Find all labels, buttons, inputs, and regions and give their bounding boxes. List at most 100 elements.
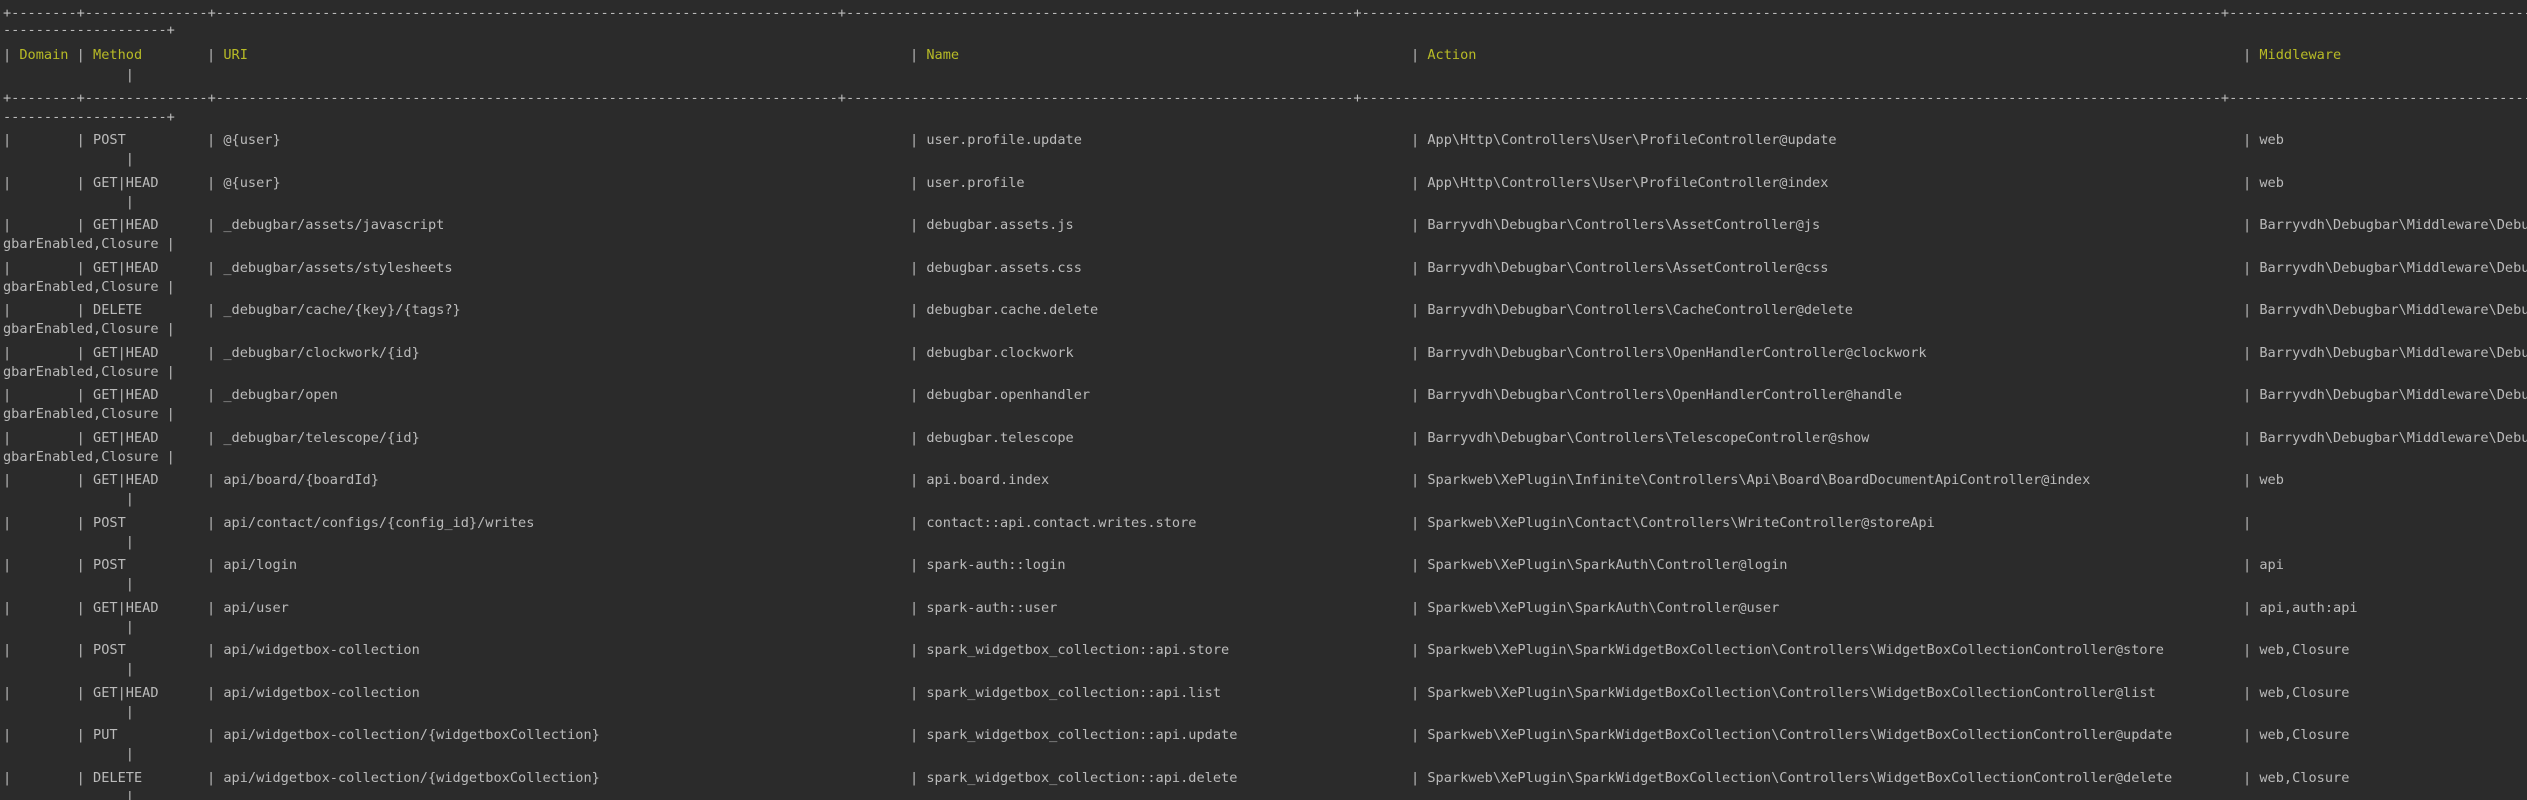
route-method: POST — [93, 515, 126, 531]
route-action: Sparkweb\XePlugin\SparkAuth\Controller@u… — [1427, 600, 1780, 616]
cell-method: | | GET|HEAD — [3, 173, 159, 193]
column-separator: | — [1411, 132, 1428, 148]
cell-method: | | GET|HEAD — [3, 385, 159, 405]
column-separator: | — [207, 727, 224, 743]
cell-method: | | POST — [3, 640, 126, 660]
cell-name: | user.profile.update — [910, 130, 1082, 150]
route-name: user.profile — [926, 175, 1025, 191]
header-name: Name — [926, 47, 960, 63]
route-method: GET|HEAD — [93, 345, 159, 361]
route-middleware: web,Closure — [2259, 685, 2350, 701]
column-separator: | — [207, 345, 224, 361]
column-separator: | — [1411, 770, 1428, 786]
cell-action: | App\Http\Controllers\User\ProfileContr… — [1411, 173, 1828, 193]
cell-method: | | POST — [3, 513, 126, 533]
cell-action: | Sparkweb\XePlugin\SparkAuth\Controller… — [1411, 598, 1779, 618]
column-separator: | | — [3, 727, 94, 743]
column-separator: | — [2243, 515, 2260, 531]
cell-method: | | GET|HEAD — [3, 683, 159, 703]
route-method: POST — [93, 557, 126, 573]
cell-action: | Sparkweb\XePlugin\Contact\Controllers\… — [1411, 513, 1935, 533]
row-wrap: | — [3, 661, 134, 677]
row-wrap: gbarEnabled,Closure | — [3, 236, 175, 252]
route-middleware: Barryvdh\Debugbar\Middleware\Debu — [2259, 302, 2527, 318]
cell-middleware: | web — [2243, 173, 2284, 193]
route-action: Barryvdh\Debugbar\Controllers\OpenHandle… — [1427, 387, 1903, 403]
cell-uri: | _debugbar/telescope/{id} — [207, 428, 420, 448]
route-middleware: web — [2259, 472, 2284, 488]
route-uri: api/widgetbox-collection — [223, 642, 420, 658]
column-separator: | — [2243, 770, 2260, 786]
cell-name: | user.profile — [910, 173, 1025, 193]
column-separator: | | — [3, 770, 94, 786]
cell-uri: | api/widgetbox-collection — [207, 640, 420, 660]
route-uri: api/board/{boardId} — [223, 472, 379, 488]
route-method: GET|HEAD — [93, 175, 159, 191]
column-separator: | | — [3, 515, 94, 531]
route-action: Barryvdh\Debugbar\Controllers\AssetContr… — [1427, 260, 1829, 276]
cell-name: | debugbar.assets.css — [910, 258, 1082, 278]
route-uri: _debugbar/assets/stylesheets — [223, 260, 453, 276]
cell-action: | Barryvdh\Debugbar\Controllers\Telescop… — [1411, 428, 1869, 448]
cell-method: | | DELETE — [3, 300, 142, 320]
column-separator: | — [1411, 642, 1428, 658]
row-wrap: | — [3, 491, 134, 507]
cell-action: | Sparkweb\XePlugin\SparkAuth\Controller… — [1411, 555, 1787, 575]
column-separator: | — [910, 430, 927, 446]
cell-action: | Sparkweb\XePlugin\SparkWidgetBoxCollec… — [1411, 768, 2172, 788]
header-domain: Domain — [19, 47, 69, 63]
row-wrap: gbarEnabled,Closure | — [3, 406, 175, 422]
cell-uri: | api/contact/configs/{config_id}/writes — [207, 513, 534, 533]
header-continuation: | — [3, 67, 134, 83]
row-wrap: | — [3, 534, 134, 550]
row-wrap: | — [3, 746, 134, 762]
cell-method: | | GET|HEAD — [3, 258, 159, 278]
column-separator: | — [910, 472, 927, 488]
column-separator: | — [207, 600, 224, 616]
column-separator: | — [910, 727, 927, 743]
route-middleware: web,Closure — [2259, 642, 2350, 658]
cell-middleware: | web,Closure — [2243, 725, 2349, 745]
route-uri: api/login — [223, 557, 298, 573]
cell-uri: | _debugbar/assets/stylesheets — [207, 258, 453, 278]
column-separator: | — [910, 217, 927, 233]
route-name: contact::api.contact.writes.store — [926, 515, 1197, 531]
route-method: GET|HEAD — [93, 387, 159, 403]
route-middleware: web — [2259, 175, 2284, 191]
cell-middleware: | web — [2243, 470, 2284, 490]
column-separator: | — [2243, 557, 2260, 573]
column-separator: | — [2243, 430, 2260, 446]
header-middleware-cell: | Middleware — [2243, 47, 2342, 63]
column-separator: | — [2243, 175, 2260, 191]
cell-name: | debugbar.cache.delete — [910, 300, 1098, 320]
row-wrap: | — [3, 619, 134, 635]
route-name: api.board.index — [926, 472, 1050, 488]
route-action: Sparkweb\XePlugin\SparkWidgetBoxCollecti… — [1427, 770, 2173, 786]
route-action: App\Http\Controllers\User\ProfileControl… — [1427, 132, 1837, 148]
cell-uri: | api/widgetbox-collection — [207, 683, 420, 703]
column-separator: | | — [3, 132, 94, 148]
column-separator: | | — [3, 387, 94, 403]
column-separator: | — [207, 557, 224, 573]
cell-name: | debugbar.openhandler — [910, 385, 1090, 405]
route-middleware: Barryvdh\Debugbar\Middleware\Debu — [2259, 387, 2527, 403]
header-method: Method — [93, 47, 143, 63]
route-name: spark-auth::user — [926, 600, 1058, 616]
column-separator: | | — [3, 345, 94, 361]
header-uri: URI — [223, 47, 248, 63]
route-uri: @{user} — [223, 175, 281, 191]
column-separator: | — [2243, 642, 2260, 658]
column-separator: | — [2243, 387, 2260, 403]
route-uri: api/user — [223, 600, 289, 616]
cell-middleware: | Barryvdh\Debugbar\Middleware\Debu — [2243, 343, 2527, 363]
column-separator: | — [207, 642, 224, 658]
cell-uri: | api/user — [207, 598, 289, 618]
route-name: debugbar.cache.delete — [926, 302, 1099, 318]
route-method: GET|HEAD — [93, 685, 159, 701]
cell-uri: | _debugbar/open — [207, 385, 338, 405]
route-name: spark_widgetbox_collection::api.list — [926, 685, 1222, 701]
column-separator: | — [207, 472, 224, 488]
column-separator: | — [910, 345, 927, 361]
route-method: PUT — [93, 727, 118, 743]
column-separator: | — [1411, 557, 1428, 573]
